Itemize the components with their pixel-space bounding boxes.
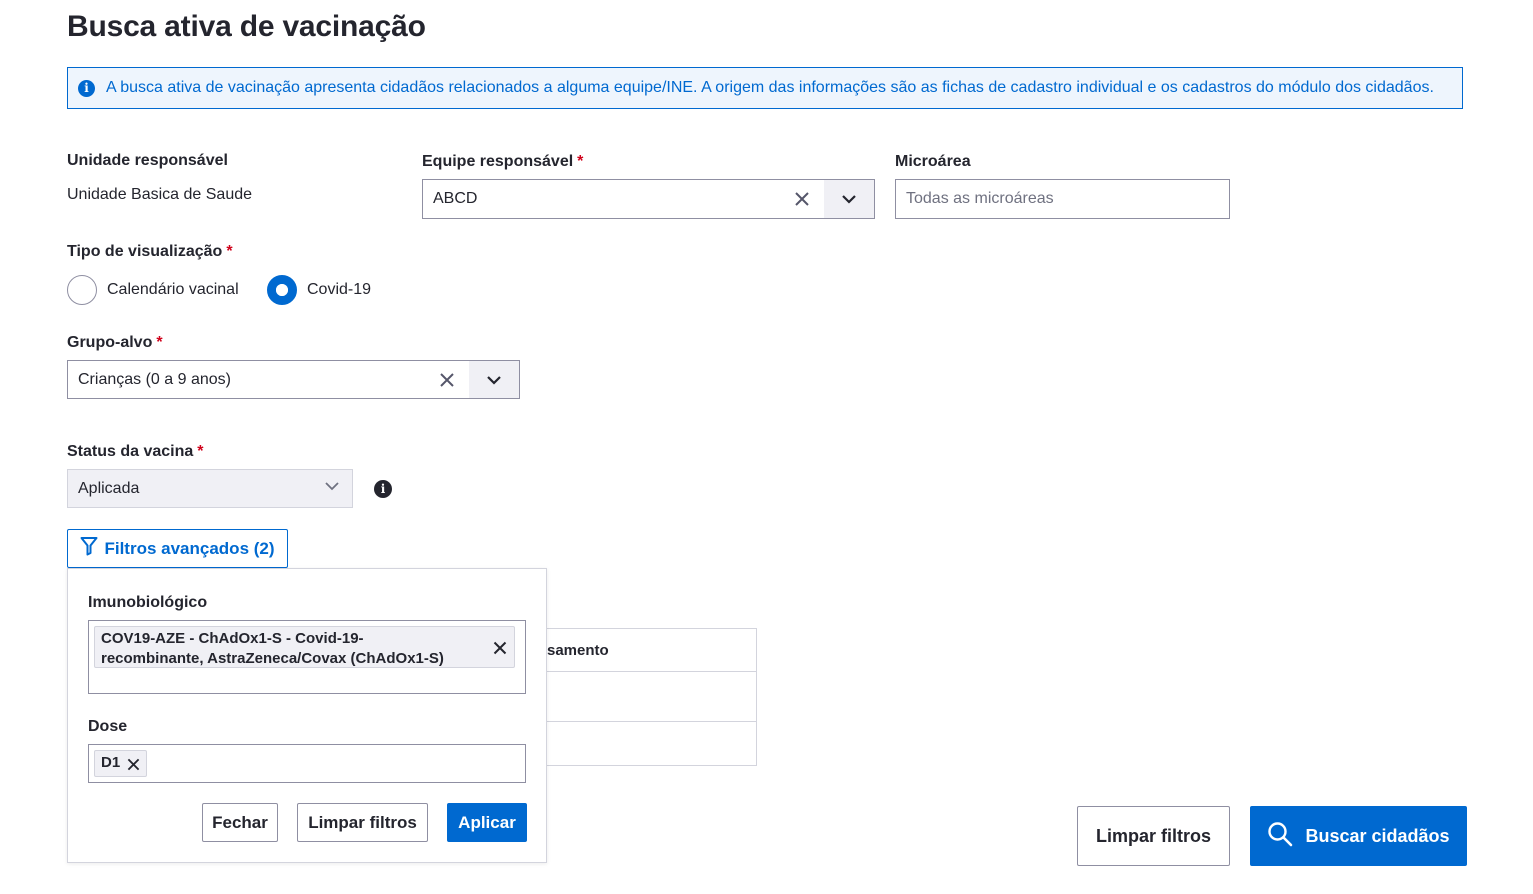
- close-icon[interactable]: [780, 180, 824, 218]
- advanced-filters-popover: Imunobiológico COV19-AZE - ChAdOx1-S - C…: [67, 568, 547, 863]
- table-header: samento: [521, 629, 756, 672]
- equipe-select-value: ABCD: [433, 190, 478, 207]
- status-select-value: Aplicada: [78, 479, 140, 497]
- equipe-label: Equipe responsável *: [422, 153, 583, 171]
- required-mark: *: [577, 153, 584, 170]
- search-citizens-label: Buscar cidadãos: [1305, 825, 1450, 846]
- info-banner-text: A busca ativa de vacinação apresenta cid…: [106, 79, 1434, 96]
- table-row: [521, 672, 756, 722]
- imuno-chip-text: COV19-AZE - ChAdOx1-S - Covid-19- recomb…: [101, 629, 486, 669]
- search-icon: [1267, 821, 1293, 852]
- search-citizens-button[interactable]: Buscar cidadãos: [1250, 806, 1467, 866]
- radio-circle[interactable]: [67, 275, 97, 305]
- equipe-label-text: Equipe responsável: [422, 153, 574, 170]
- close-icon[interactable]: [425, 361, 469, 398]
- table-row: [521, 722, 756, 772]
- imuno-chip-line1: COV19-AZE - ChAdOx1-S - Covid-19-: [101, 630, 364, 647]
- status-label: Status da vacina *: [67, 443, 204, 461]
- radio-calendario[interactable]: Calendário vacinal: [67, 275, 239, 305]
- radio-covid-label: Covid-19: [307, 281, 372, 298]
- required-mark: *: [197, 443, 204, 460]
- filter-icon: [80, 536, 98, 561]
- equipe-select[interactable]: ABCD: [422, 179, 875, 219]
- microarea-input[interactable]: [906, 190, 1229, 208]
- imuno-chip-line2: recombinante, AstraZeneca/Covax (ChAdOx1…: [101, 650, 444, 667]
- unidade-label: Unidade responsável: [67, 152, 228, 169]
- required-mark: *: [226, 243, 233, 260]
- info-icon[interactable]: i: [374, 480, 392, 498]
- advanced-filters-label: Filtros avançados (2): [104, 538, 275, 558]
- grupo-select[interactable]: Crianças (0 a 9 anos): [67, 360, 520, 399]
- page-title: Busca ativa de vacinação: [67, 10, 426, 43]
- status-select: Aplicada: [67, 469, 353, 508]
- results-table: samento: [520, 628, 757, 766]
- required-mark: *: [156, 334, 163, 351]
- status-label-text: Status da vacina: [67, 443, 194, 460]
- apply-button[interactable]: Aplicar: [447, 803, 527, 842]
- tipo-label: Tipo de visualização *: [67, 243, 233, 261]
- close-icon[interactable]: [120, 754, 146, 774]
- close-icon[interactable]: [486, 629, 514, 667]
- dose-chip: D1: [94, 750, 148, 777]
- radio-calendario-label: Calendário vacinal: [107, 281, 239, 298]
- chevron-down-icon[interactable]: [824, 180, 874, 218]
- dose-chip-text: D1: [101, 754, 121, 771]
- imuno-label: Imunobiológico: [88, 594, 208, 611]
- grupo-label: Grupo-alvo *: [67, 334, 163, 352]
- radio-circle-selected[interactable]: [267, 275, 297, 305]
- microarea-field[interactable]: [895, 179, 1230, 219]
- dose-field[interactable]: D1: [88, 744, 526, 783]
- radio-covid[interactable]: Covid-19: [267, 275, 371, 305]
- imuno-field[interactable]: COV19-AZE - ChAdOx1-S - Covid-19- recomb…: [88, 620, 526, 694]
- tipo-label-text: Tipo de visualização: [67, 243, 223, 260]
- info-banner: i A busca ativa de vacinação apresenta c…: [67, 67, 1463, 109]
- chevron-down-icon: [324, 478, 340, 499]
- info-icon: i: [78, 79, 95, 97]
- clear-filters-button[interactable]: Limpar filtros: [297, 803, 428, 842]
- chevron-down-icon[interactable]: [469, 361, 519, 398]
- dose-label: Dose: [88, 718, 128, 735]
- unidade-value: Unidade Basica de Saude: [67, 186, 253, 203]
- microarea-label: Microárea: [895, 153, 971, 170]
- grupo-select-value: Crianças (0 a 9 anos): [78, 370, 231, 388]
- footer-clear-filters-button[interactable]: Limpar filtros: [1077, 806, 1230, 866]
- advanced-filters-button[interactable]: Filtros avançados (2): [67, 529, 288, 568]
- grupo-label-text: Grupo-alvo: [67, 334, 153, 351]
- imuno-chip: COV19-AZE - ChAdOx1-S - Covid-19- recomb…: [94, 626, 515, 668]
- close-button[interactable]: Fechar: [202, 803, 278, 842]
